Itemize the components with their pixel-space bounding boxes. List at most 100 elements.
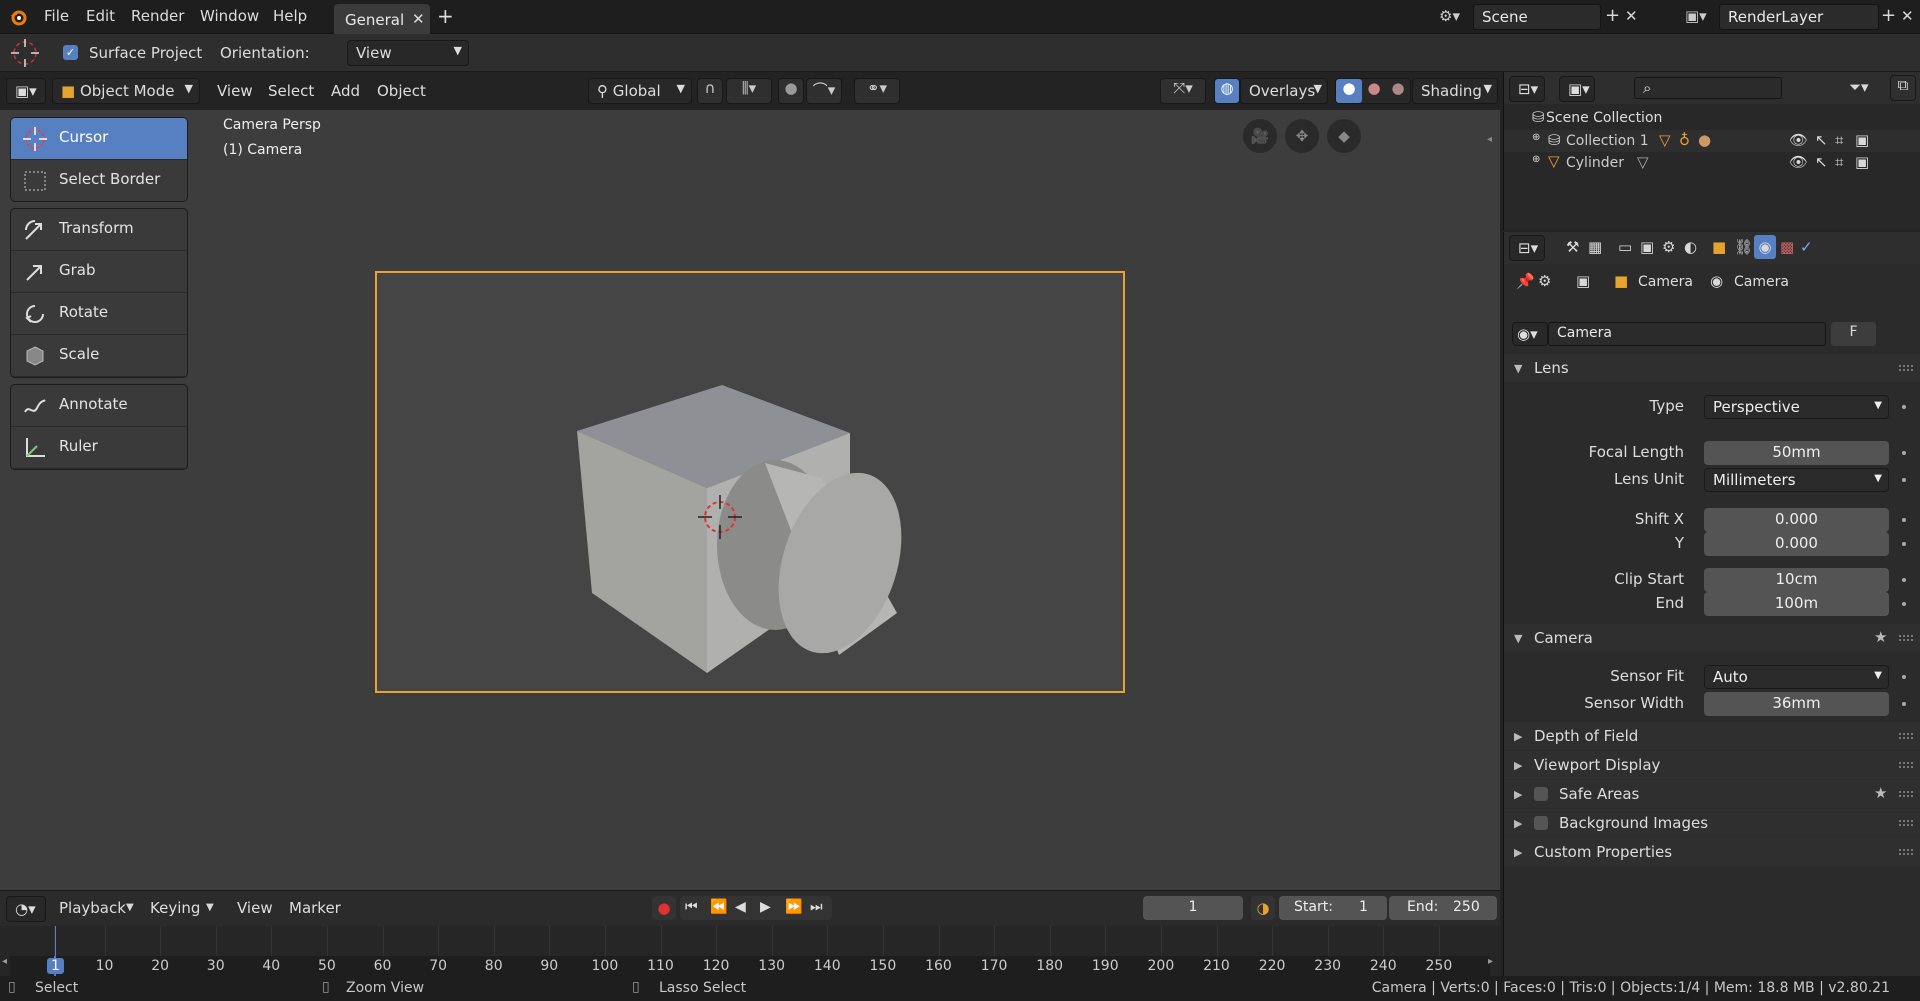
- menu-edit[interactable]: Edit: [86, 7, 115, 25]
- transform-orientation-dropdown[interactable]: ⚲ Global ▼: [588, 78, 692, 104]
- camera-data-tab-icon[interactable]: ◉: [1754, 235, 1776, 259]
- jump-start-icon[interactable]: ⏮: [685, 899, 698, 915]
- constraints-tab-icon[interactable]: ⛓: [1734, 238, 1753, 256]
- background-images-panel[interactable]: ▶ Background Images: [1504, 809, 1920, 837]
- preset-star-icon[interactable]: ★: [1874, 628, 1887, 646]
- timeline-area[interactable]: 1 10 20 30 40 50 60 70 80 90 100 110 120 130 140 150 160…: [0, 926, 1500, 976]
- viewport-display-panel[interactable]: ▶ Viewport Display: [1504, 751, 1920, 779]
- fake-user-button[interactable]: F: [1831, 322, 1876, 346]
- object-tab-icon[interactable]: ■: [1712, 238, 1726, 256]
- add-workspace-icon[interactable]: +: [437, 4, 454, 28]
- renderlayer-field[interactable]: RenderLayer: [1719, 4, 1879, 30]
- datablock-browse[interactable]: ◉▾: [1512, 322, 1548, 346]
- render-tab-icon[interactable]: ▦: [1588, 238, 1602, 256]
- move-view-icon[interactable]: ✥: [1285, 119, 1319, 153]
- zoom-view-icon[interactable]: ◆: [1327, 119, 1361, 153]
- keyframe-dot-icon[interactable]: [1902, 675, 1906, 679]
- drag-handle-icon[interactable]: [1899, 849, 1913, 855]
- view-layer-tab-icon[interactable]: ▣: [1640, 238, 1654, 256]
- drag-handle-icon[interactable]: [1899, 762, 1913, 768]
- overlays-dropdown[interactable]: Overlays ▼: [1240, 78, 1328, 104]
- physics-tab-icon[interactable]: ✓: [1800, 238, 1813, 256]
- jump-keyframe-back-icon[interactable]: ⏪: [710, 899, 727, 915]
- render-disable-icon[interactable]: ▣: [1855, 131, 1869, 149]
- drag-handle-icon[interactable]: [1899, 365, 1913, 371]
- editor-type-button[interactable]: ▣▾: [6, 78, 46, 104]
- keyframe-dot-icon[interactable]: [1902, 542, 1906, 546]
- keyframe-dot-icon[interactable]: [1902, 451, 1906, 455]
- menu-help[interactable]: Help: [273, 7, 307, 25]
- tool-tab-icon[interactable]: ⚒: [1566, 238, 1579, 256]
- gizmo-icon[interactable]: ⤧▾: [1160, 78, 1206, 104]
- timeline-editor-type[interactable]: ◔▾: [6, 896, 46, 922]
- sensor-width-field[interactable]: 36mm: [1704, 692, 1889, 716]
- scene-selector[interactable]: ⚙▾ Scene + ✕: [1435, 4, 1641, 30]
- falloff-icon[interactable]: ⌒▾: [806, 78, 842, 104]
- custom-properties-panel[interactable]: ▶ Custom Properties: [1504, 838, 1920, 866]
- pin-icon[interactable]: 📌: [1516, 272, 1535, 290]
- start-frame-field[interactable]: Start: 1: [1279, 896, 1387, 920]
- outliner-row-collection[interactable]: ⊕ ⛁ Collection 1 ▽ ♁ ● 👁 ↖ ⌗ ▣: [1504, 130, 1920, 152]
- tab-general[interactable]: General ✕: [334, 4, 430, 34]
- material-shading-icon[interactable]: ●: [1362, 79, 1386, 103]
- close-icon[interactable]: ✕: [412, 10, 425, 28]
- tool-scale[interactable]: Scale: [11, 335, 187, 377]
- menu-view[interactable]: View: [217, 82, 253, 100]
- lens-unit-dropdown[interactable]: Millimeters ▼: [1704, 468, 1889, 492]
- display-mode-dropdown[interactable]: ▣▾: [1559, 76, 1595, 102]
- background-images-checkbox[interactable]: [1534, 816, 1548, 830]
- tool-cursor[interactable]: Cursor: [11, 118, 187, 160]
- type-dropdown[interactable]: Perspective ▼: [1704, 395, 1889, 419]
- menu-file[interactable]: File: [44, 7, 69, 25]
- jump-end-icon[interactable]: ⏭: [810, 899, 823, 915]
- keyframe-dot-icon[interactable]: [1902, 405, 1906, 409]
- blender-logo-icon[interactable]: [8, 7, 28, 27]
- keyframe-dot-icon[interactable]: [1902, 478, 1906, 482]
- shift-x-field[interactable]: 0.000: [1704, 508, 1889, 532]
- tool-transform[interactable]: Transform: [11, 209, 187, 251]
- scene-tab-icon[interactable]: ⚙: [1662, 238, 1675, 256]
- preset-star-icon[interactable]: ★: [1874, 784, 1887, 802]
- visibility-eye-icon[interactable]: 👁: [1789, 153, 1808, 171]
- tool-ruler[interactable]: Ruler: [11, 427, 187, 469]
- new-collection-icon[interactable]: ⧉: [1890, 75, 1916, 101]
- selectable-arrow-icon[interactable]: ↖: [1815, 153, 1828, 171]
- drag-handle-icon[interactable]: [1899, 791, 1913, 797]
- camera-view-icon[interactable]: 🎥: [1243, 119, 1277, 153]
- world-tab-icon[interactable]: ◐: [1684, 238, 1697, 256]
- add-renderlayer-icon[interactable]: +: [1881, 5, 1896, 26]
- rendered-shading-icon[interactable]: ●: [1386, 79, 1410, 103]
- tool-grab[interactable]: Grab: [11, 251, 187, 293]
- menu-window[interactable]: Window: [200, 7, 259, 25]
- clip-end-field[interactable]: 100m: [1704, 592, 1889, 616]
- menu-view[interactable]: View: [237, 899, 273, 917]
- keyframe-dot-icon[interactable]: [1902, 702, 1906, 706]
- remove-scene-icon[interactable]: ✕: [1625, 7, 1638, 25]
- remove-renderlayer-icon[interactable]: ✕: [1901, 7, 1914, 25]
- record-button[interactable]: ●: [652, 896, 676, 920]
- menu-marker[interactable]: Marker: [289, 899, 341, 917]
- tool-rotate[interactable]: Rotate: [11, 293, 187, 335]
- current-frame-field[interactable]: 1: [1143, 896, 1243, 920]
- solid-shading-icon[interactable]: ●: [1336, 79, 1362, 103]
- expand-icon[interactable]: ⊕: [1532, 154, 1540, 165]
- menu-playback[interactable]: Playback: [59, 899, 126, 917]
- scroll-right-icon[interactable]: ▸: [1488, 956, 1493, 967]
- safe-areas-checkbox[interactable]: [1534, 787, 1548, 801]
- outliner-search-input[interactable]: ⌕: [1634, 77, 1782, 99]
- orientation-dropdown[interactable]: View ▼: [347, 40, 469, 66]
- menu-render[interactable]: Render: [131, 7, 184, 25]
- tool-annotate[interactable]: Annotate: [11, 385, 187, 427]
- shading-dropdown[interactable]: Shading ▼: [1412, 78, 1498, 104]
- output-tab-icon[interactable]: ▭: [1618, 238, 1632, 256]
- focal-length-field[interactable]: 50mm: [1704, 441, 1889, 465]
- texture-tab-icon[interactable]: ▩: [1780, 238, 1794, 256]
- lens-panel-header[interactable]: ▼ Lens: [1504, 354, 1920, 382]
- menu-select[interactable]: Select: [268, 82, 314, 100]
- proportional-edit-icon[interactable]: ●: [778, 78, 804, 104]
- preview-range-icon[interactable]: ◑: [1251, 896, 1275, 920]
- shift-y-field[interactable]: 0.000: [1704, 532, 1889, 556]
- datablock-name-field[interactable]: Camera: [1548, 322, 1826, 346]
- sidebar-toggle-icon[interactable]: ◂: [1487, 134, 1492, 145]
- keyframe-dot-icon[interactable]: [1902, 518, 1906, 522]
